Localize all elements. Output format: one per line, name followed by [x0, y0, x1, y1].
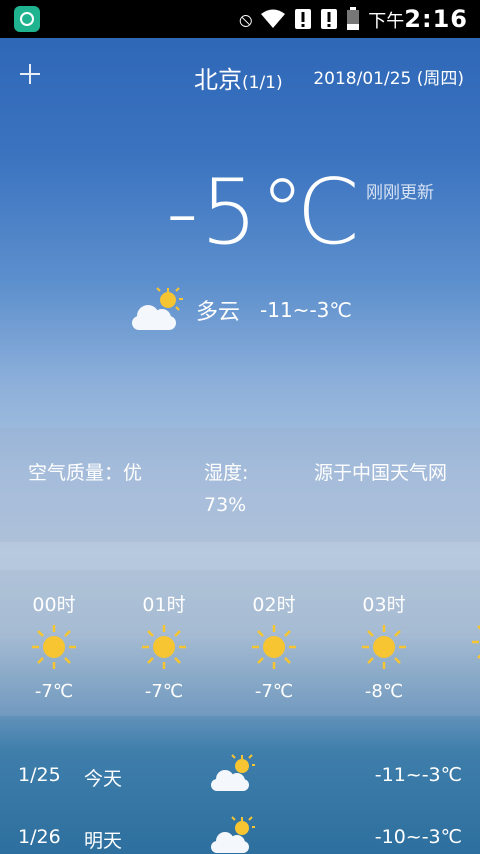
hour-item: 00时 -7℃ — [24, 590, 84, 702]
partly-cloudy-icon — [211, 816, 255, 853]
sun-icon — [362, 625, 406, 669]
condition-text: 多云 — [196, 300, 241, 325]
hour-item: 02时 -7℃ — [244, 590, 304, 702]
time-prefix: 下午 — [368, 11, 405, 32]
hour-time: 01时 — [142, 594, 186, 616]
hour-temp: -8℃ — [364, 681, 404, 702]
sun-icon — [472, 625, 480, 659]
current-condition: 多云 -11~-3℃ — [128, 286, 352, 334]
battery-icon — [347, 7, 360, 30]
humidity-value: 73% — [204, 494, 247, 516]
current-temperature: -5℃ — [166, 160, 363, 265]
humidity-label: 湿度: — [204, 462, 249, 484]
city-title[interactable]: 北京(1/1) — [194, 60, 283, 95]
day-range: -11~-3℃ — [374, 764, 462, 786]
day-name: 今天 — [84, 768, 123, 790]
sun-icon — [142, 625, 186, 669]
hour-temp: -7℃ — [144, 681, 184, 702]
time-value: 2:16 — [404, 5, 468, 33]
date-label: 2018/01/25 (周四) — [313, 69, 464, 89]
partly-cloudy-icon — [132, 287, 183, 330]
day-range: -10~-3℃ — [374, 826, 462, 848]
status-bar: ⦸ 下午2:16 — [0, 0, 480, 38]
wifi-icon — [261, 9, 286, 28]
temperature-range: -11~-3℃ — [260, 298, 352, 322]
updated-label: 刚刚更新 — [366, 183, 434, 203]
do-not-disturb-icon: ⦸ — [239, 7, 253, 31]
details-panel: 空气质量：优 湿度: 73% 源于中国天气网 — [0, 428, 480, 542]
list-item[interactable]: 1/26 明天 -10~-3℃ — [0, 802, 480, 854]
day-date: 1/26 — [18, 826, 61, 848]
city-count: (1/1) — [242, 73, 283, 93]
hour-temp: -7℃ — [34, 681, 74, 702]
list-item[interactable]: 1/25 今天 -11~-3℃ — [0, 740, 480, 800]
alert-icon — [321, 9, 338, 29]
hour-time: 00时 — [32, 594, 76, 616]
status-right: ⦸ 下午2:16 — [239, 5, 468, 33]
top-bar: 北京(1/1) 2018/01/25 (周四) — [0, 56, 480, 96]
status-time: 下午2:16 — [368, 5, 468, 33]
day-date: 1/25 — [18, 764, 61, 786]
sun-icon — [32, 625, 76, 669]
hour-item: 01时 -7℃ — [134, 590, 194, 702]
alert-icon — [295, 9, 312, 29]
hour-time: 03时 — [362, 594, 406, 616]
sun-icon — [252, 625, 296, 669]
hour-item: 0 - — [464, 590, 480, 697]
day-name: 明天 — [84, 830, 123, 852]
hour-temp: -7℃ — [254, 681, 294, 702]
app-badge-icon — [14, 6, 40, 32]
hourly-forecast[interactable]: 00时 -7℃ 01时 -7℃ 02时 -7℃ 03时 -8℃ 0 — [0, 570, 480, 716]
hour-temp: - — [464, 676, 480, 697]
data-source: 源于中国天气网 — [314, 462, 448, 484]
city-name: 北京 — [194, 66, 242, 94]
partly-cloudy-icon — [211, 754, 255, 791]
add-city-button[interactable] — [18, 56, 42, 93]
air-quality: 空气质量：优 — [28, 462, 143, 484]
hour-time: 0 — [464, 590, 480, 612]
hour-item: 03时 -8℃ — [354, 590, 414, 702]
plus-icon — [20, 64, 40, 84]
hour-time: 02时 — [252, 594, 296, 616]
